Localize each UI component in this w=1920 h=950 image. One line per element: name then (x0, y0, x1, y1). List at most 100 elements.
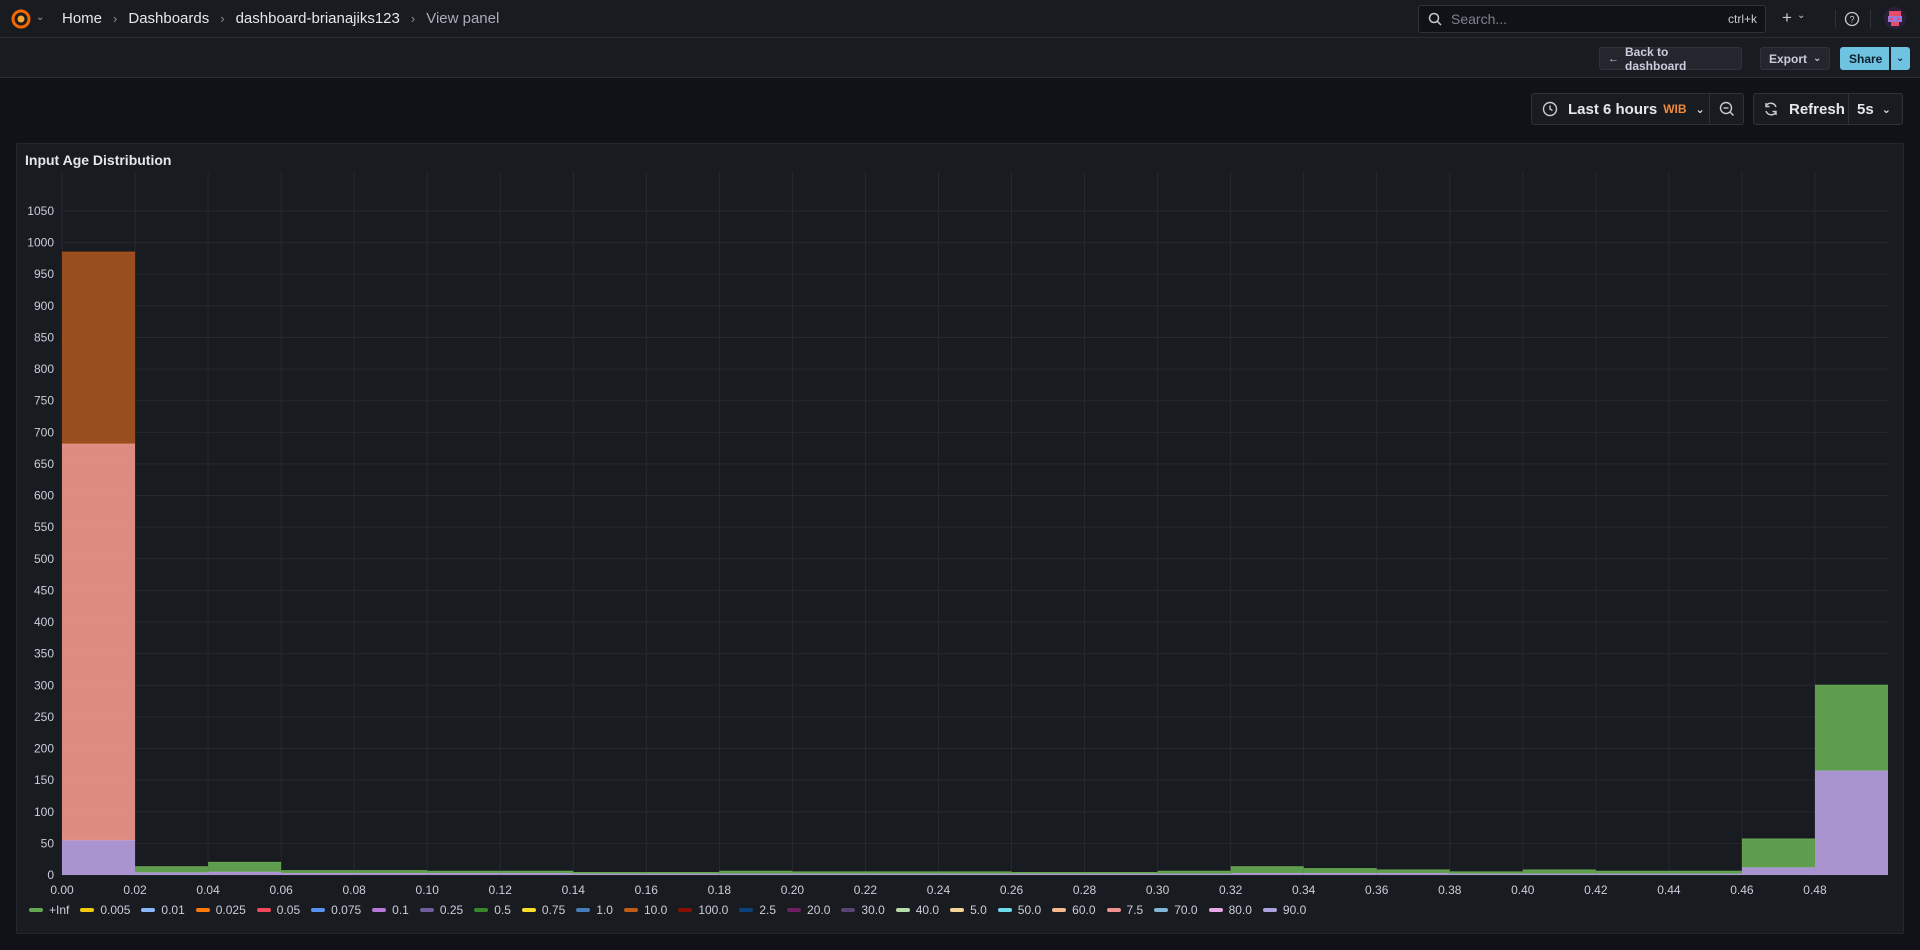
y-tick-label: 850 (34, 330, 54, 344)
legend-item[interactable]: 60.0 (1052, 903, 1096, 917)
legend-item[interactable]: 20.0 (787, 903, 830, 917)
chevron-right-icon: › (220, 11, 225, 26)
legend-swatch (29, 908, 43, 912)
legend-label: 0.075 (331, 903, 362, 917)
back-to-dashboard-button[interactable]: ← Back to dashboard (1599, 44, 1742, 73)
x-tick-label: 0.28 (1073, 883, 1097, 894)
legend-item[interactable]: 0.01 (141, 903, 185, 917)
legend-label: 90.0 (1282, 903, 1307, 917)
legend-item[interactable]: 7.5 (1106, 903, 1144, 917)
legend-item[interactable]: 0.75 (521, 903, 565, 917)
legend-swatch (950, 908, 965, 912)
legend-swatch (256, 908, 271, 912)
breadcrumb-dashboards[interactable]: Dashboards (128, 10, 209, 27)
legend-label: 10.0 (643, 903, 668, 917)
legend-label: 50.0 (1017, 903, 1042, 917)
histogram-chart[interactable]: 0.00 0.02 0.04 0.06 0.08 0.10 0.12 0.14 0.16 0.18… (17, 144, 1905, 894)
legend-swatch (1106, 908, 1121, 912)
x-tick-label: 0.34 (1292, 883, 1316, 894)
chevron-down-icon[interactable]: ⌄ (1797, 10, 1805, 21)
legend-item[interactable]: 0.075 (311, 903, 361, 917)
legend-label: 70.0 (1174, 903, 1198, 917)
histogram-bar (1230, 866, 1304, 874)
refresh-button[interactable]: Refresh (1753, 93, 1849, 125)
histogram-bar (62, 840, 136, 875)
legend-swatch (739, 908, 754, 912)
legend-item[interactable]: 10.0 (623, 903, 668, 917)
search-shortcut: ctrl+k (1727, 12, 1757, 26)
back-to-dashboard-label: Back to dashboard (1625, 44, 1687, 73)
legend-item[interactable]: 0.1 (372, 903, 409, 917)
legend-label: 100.0 (698, 903, 729, 917)
histogram-bar (1741, 838, 1815, 868)
y-tick-label: 550 (34, 520, 54, 534)
legend-label: 60.0 (1072, 903, 1096, 917)
legend-item[interactable]: +Inf (29, 903, 69, 917)
x-tick-label: 0.12 (489, 883, 513, 894)
refresh-interval-picker[interactable]: 5s ⌄ (1849, 93, 1903, 125)
x-tick-label: 0.02 (123, 883, 147, 894)
legend-item[interactable]: 70.0 (1154, 903, 1198, 917)
legend-item[interactable]: 30.0 (841, 903, 885, 917)
panel: Input Age Distribution 0.00 0.02 0.04 0.06 0… (16, 143, 1904, 934)
legend-item[interactable]: 2.5 (739, 903, 776, 917)
x-tick-label: 0.10 (416, 883, 440, 894)
legend-swatch (895, 908, 910, 912)
y-tick-label: 800 (34, 362, 54, 376)
search-input[interactable]: Search... ctrl+k (1418, 5, 1766, 33)
legend-item[interactable]: 0.05 (256, 903, 300, 917)
legend-label: 0.5 (494, 903, 511, 917)
y-tick-label: 500 (34, 552, 54, 566)
legend-item[interactable]: 5.0 (950, 903, 987, 917)
legend-swatch (1052, 908, 1067, 912)
legend-label: 5.0 (970, 903, 987, 917)
breadcrumb: Home › Dashboards › dashboard-brianajiks… (62, 10, 499, 27)
histogram-bar (1522, 869, 1596, 874)
breadcrumb-dashboard[interactable]: dashboard-brianajiks123 (236, 10, 400, 27)
legend-item[interactable]: 40.0 (895, 903, 940, 917)
legend-item[interactable]: 90.0 (1262, 903, 1307, 917)
y-tick-label: 700 (34, 425, 54, 439)
y-tick-label: 400 (34, 615, 54, 629)
share-dropdown-button[interactable]: ⌄ (1891, 47, 1910, 70)
time-range-label: Last 6 hours (1568, 100, 1658, 118)
legend-item[interactable]: 1.0 (576, 903, 613, 917)
help-icon[interactable]: ? (1844, 11, 1860, 27)
y-tick-label: 0 (47, 868, 54, 882)
time-range-picker[interactable]: Last 6 hours WIB ⌄ (1531, 93, 1710, 125)
legend-swatch (521, 908, 536, 912)
y-tick-label: 750 (34, 394, 54, 408)
x-tick-label: 0.42 (1584, 883, 1608, 894)
export-button[interactable]: Export ⌄ (1760, 47, 1830, 70)
legend-label: 20.0 (807, 903, 831, 917)
legend-label: 2.5 (759, 903, 777, 917)
plus-icon[interactable]: + (1782, 8, 1792, 28)
legend-item[interactable]: 50.0 (997, 903, 1042, 917)
avatar[interactable] (1884, 7, 1906, 29)
x-tick-label: 0.18 (708, 883, 732, 894)
legend-item[interactable]: 0.025 (195, 903, 246, 917)
search-placeholder: Search... (1451, 11, 1508, 27)
legend-item[interactable]: 100.0 (678, 903, 728, 917)
breadcrumb-home[interactable]: Home (62, 10, 102, 27)
legend-item[interactable]: 0.5 (474, 903, 511, 917)
zoom-out-button[interactable] (1710, 93, 1744, 125)
legend-label: 1.0 (596, 903, 613, 917)
legend-item[interactable]: 0.005 (80, 903, 130, 917)
legend-item[interactable]: 80.0 (1208, 903, 1252, 917)
legend-label: 40.0 (915, 903, 940, 917)
legend-label: 0.005 (100, 903, 131, 917)
histogram-bar (62, 443, 136, 841)
legend-item[interactable]: 0.25 (419, 903, 463, 917)
chevron-down-icon[interactable]: ⌄ (36, 12, 44, 23)
x-tick-label: 0.06 (269, 883, 293, 894)
grafana-logo-icon[interactable] (10, 8, 32, 30)
share-label: Share (1849, 51, 1883, 66)
chevron-down-icon: ⌄ (1813, 53, 1822, 64)
legend-label: 7.5 (1126, 903, 1144, 917)
zoom-out-icon (1719, 101, 1734, 116)
x-tick-label: 0.38 (1438, 883, 1462, 894)
share-button[interactable]: Share (1840, 47, 1889, 70)
histogram-bar (208, 862, 282, 872)
x-tick-label: 0.40 (1511, 883, 1535, 894)
